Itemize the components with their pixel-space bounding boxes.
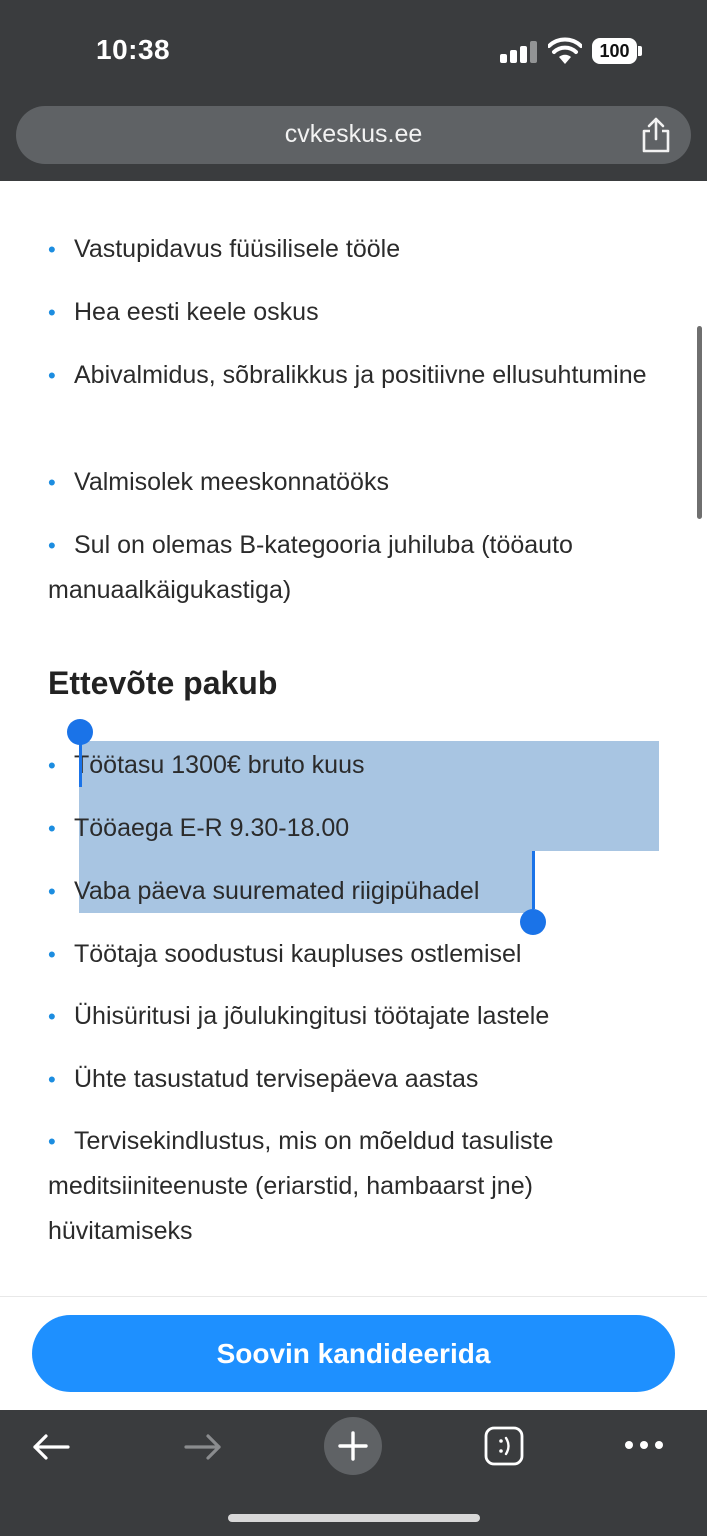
list-item-text: Vaba päeva suuremated riigipühadel xyxy=(74,877,480,905)
list-item-text: Tervisekindlustus, mis on mõeldud tasuli… xyxy=(48,1127,554,1245)
list-item: • Tervisekindlustus, mis on mõeldud tasul… xyxy=(48,1119,658,1254)
list-item-text: Ühte tasustatud tervisepäeva aastas xyxy=(74,1065,479,1093)
home-indicator xyxy=(228,1514,480,1522)
tabs-icon[interactable] xyxy=(484,1426,524,1466)
selection-end-handle-knob[interactable] xyxy=(520,909,546,935)
bullet-icon: • xyxy=(48,1067,56,1092)
forward-arrow-icon[interactable] xyxy=(182,1432,224,1462)
selection-end-handle[interactable] xyxy=(532,851,535,909)
share-icon[interactable] xyxy=(638,116,674,154)
bullet-icon: • xyxy=(48,237,56,262)
list-item: • Ühisüritusi ja jõulukingitusi töötajate… xyxy=(48,994,658,1039)
bullet-icon: • xyxy=(48,300,56,325)
battery-level: 100 xyxy=(592,38,637,64)
list-item-text: Töötaja soodustusi kaupluses ostlemisel xyxy=(74,940,522,968)
list-item: • Ühte tasustatud tervisepäeva aastas xyxy=(48,1057,658,1102)
list-item: • Valmisolek meeskonnatööks xyxy=(48,460,658,505)
bullet-icon: • xyxy=(48,533,56,558)
list-item: • Vastupidavus füüsilisele tööle xyxy=(48,227,658,272)
list-item: • Abivalmidus, sõbralikkus ja positiivne … xyxy=(48,353,658,398)
list-item-text: Hea eesti keele oskus xyxy=(74,298,319,326)
url-bar[interactable]: cvkeskus.ee xyxy=(16,106,691,164)
list-item-text: Valmisolek meeskonnatööks xyxy=(74,468,389,496)
new-tab-plus-icon[interactable] xyxy=(324,1417,382,1475)
page-content: • Vastupidavus füüsilisele tööle • Hea ees… xyxy=(0,181,707,1296)
list-item: • Hea eesti keele oskus xyxy=(48,290,658,335)
back-arrow-icon[interactable] xyxy=(30,1432,72,1462)
bullet-icon: • xyxy=(48,816,56,841)
section-title-offers: Ettevõte pakub xyxy=(48,665,278,701)
status-time: 10:38 xyxy=(96,34,171,65)
bullet-icon: • xyxy=(48,753,56,778)
cellular-signal-icon xyxy=(500,41,538,63)
list-item: • Töötaja soodustusi kaupluses ostlemisel xyxy=(48,932,658,977)
list-item: • Töötasu 1300€ bruto kuus xyxy=(48,743,658,788)
more-icon[interactable] xyxy=(624,1438,664,1452)
bullet-icon: • xyxy=(48,363,56,388)
list-item-text: Abivalmidus, sõbralikkus ja positiivne e… xyxy=(74,361,647,389)
list-item: • Vaba päeva suuremated riigipühadel xyxy=(48,869,658,914)
list-item: • Sul on olemas B-kategooria juhiluba (tö… xyxy=(48,523,658,613)
bullet-icon: • xyxy=(48,1004,56,1029)
url-text[interactable]: cvkeskus.ee xyxy=(16,120,691,149)
bullet-icon: • xyxy=(48,942,56,967)
list-item-text: Ühisüritusi ja jõulukingitusi töötajate … xyxy=(74,1002,550,1030)
list-item-text: Töötasu 1300€ bruto kuus xyxy=(74,751,365,779)
list-item-text: Sul on olemas B-kategooria juhiluba (töö… xyxy=(48,531,573,604)
list-item-text: Vastupidavus füüsilisele tööle xyxy=(74,235,401,263)
apply-bar: Soovin kandideerida xyxy=(0,1296,707,1410)
list-item-text: Tööaega E-R 9.30-18.00 xyxy=(74,814,350,842)
bullet-icon: • xyxy=(48,470,56,495)
bullet-icon: • xyxy=(48,879,56,904)
scroll-indicator[interactable] xyxy=(697,326,702,519)
battery-icon: 100 xyxy=(592,38,642,64)
browser-top-chrome: 10:38 100 cvkeskus.ee xyxy=(0,0,707,181)
apply-button[interactable]: Soovin kandideerida xyxy=(32,1315,675,1392)
list-item: • Tööaega E-R 9.30-18.00 xyxy=(48,806,658,851)
bullet-icon: • xyxy=(48,1129,56,1154)
selection-start-handle-knob[interactable] xyxy=(67,719,93,745)
wifi-icon xyxy=(548,37,582,64)
